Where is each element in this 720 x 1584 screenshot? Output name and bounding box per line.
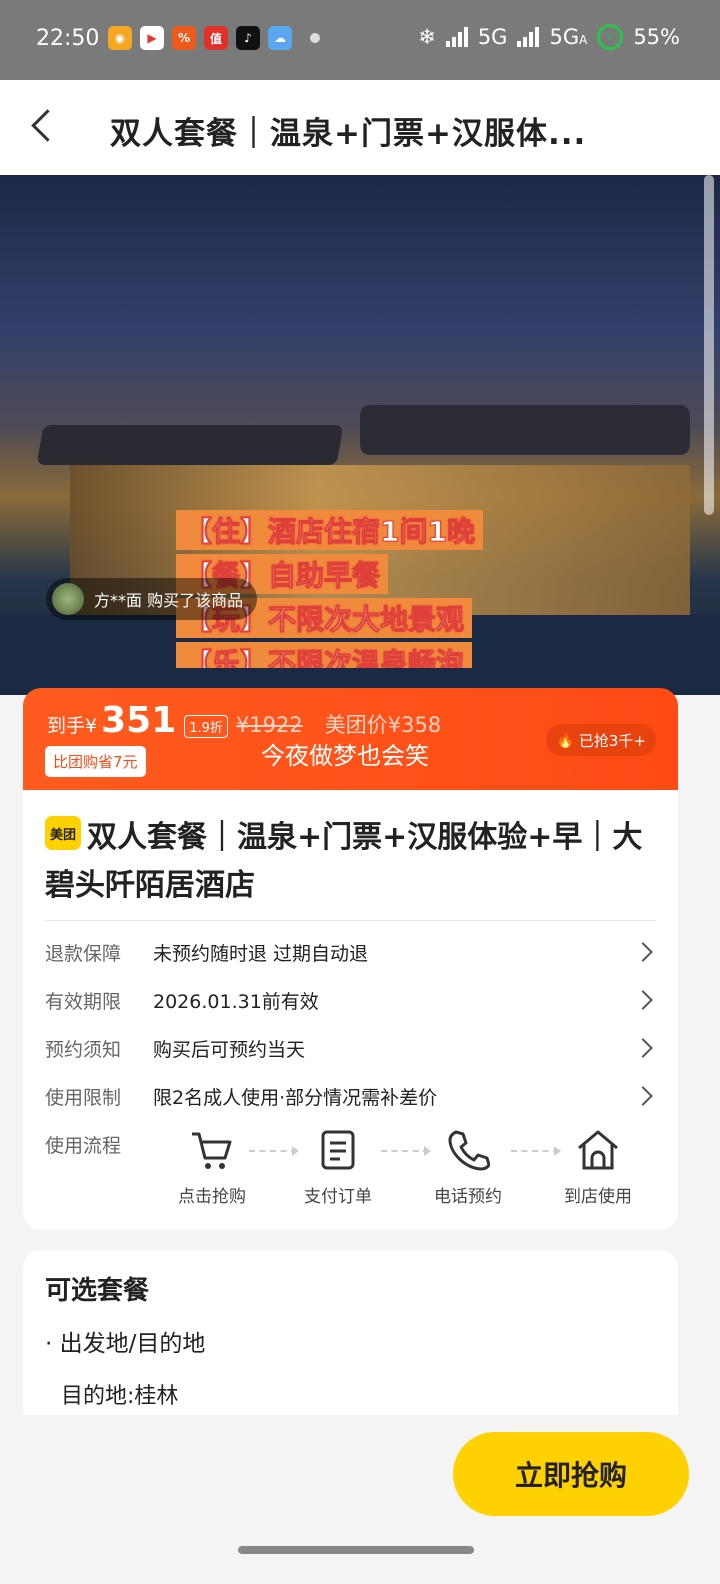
flame-icon: 🔥 [556,731,575,749]
chevron-right-icon [633,990,653,1010]
package-destination: 目的地:桂林 [61,1384,179,1409]
scrollbar[interactable] [704,175,714,515]
video-icon: ▶ [140,26,164,50]
package-option[interactable]: · 出发地/目的地 [45,1324,205,1358]
battery-charging-icon: ⚡ [597,24,624,50]
flow-step-label: 电话预约 [434,1187,502,1207]
price-line: 到手¥ 351 1.9折 ¥1922 美团价¥358 [47,700,441,741]
roof-shape-2 [360,405,690,455]
status-bar: 22:50 ◉ ▶ % 值 ♪ ☁ ❄ 5G 5GA ⚡ 55% [0,0,720,80]
info-label: 使用限制 [45,1086,122,1109]
flow-step-call: 电话预约 [413,1128,523,1207]
document-icon [321,1130,355,1170]
status-indicators: ❄ 5G 5GA ⚡ 55% [418,24,680,50]
weather-icon: ☁ [268,26,292,50]
zhide-icon: 值 [204,26,228,50]
chevron-right-icon [633,942,653,962]
flow-step-label: 点击抢购 [178,1187,246,1207]
notification-icons: ◉ ▶ % 值 ♪ ☁ [108,26,320,50]
product-info-card: 美团 双人套餐｜温泉+门票+汉服体验+早｜大碧头阡陌居酒店 退款保障 未预约随时… [23,790,678,1230]
info-label: 使用流程 [45,1134,122,1157]
divider [45,920,656,921]
info-label: 退款保障 [45,942,122,965]
buy-now-button[interactable]: 立即抢购 [453,1432,689,1516]
recent-buyer-pill: 方**面 购买了该商品 [46,578,258,620]
original-price: ¥1922 [235,713,303,737]
price-banner: 到手¥ 351 1.9折 ¥1922 美团价¥358 比团购省7元 今夜做梦也会… [23,688,678,793]
status-time: 22:50 [36,26,100,51]
info-value: 未预约随时退 过期自动退 [153,942,369,965]
more-dot-icon [310,33,320,43]
network-label-2: 5GA [549,25,588,49]
package-title: 可选套餐 [45,1276,150,1306]
hero-tag: 【乐】不限次温泉畅泡 [176,642,473,668]
avatar [52,583,84,615]
cart-icon [192,1132,232,1169]
info-row-limit[interactable]: 使用限制 限2名成人使用·部分情况需补差价 [45,1076,656,1116]
battery-level: 55% [633,25,680,49]
roof-shape [36,425,344,465]
info-row-validity[interactable]: 有效期限 2026.01.31前有效 [45,980,656,1020]
chevron-right-icon [633,1038,653,1058]
info-value: 2026.01.31前有效 [153,990,319,1013]
usage-flow: 点击抢购 支付订单 电话预约 到店使用 [163,1128,643,1218]
signal-icon-2 [517,27,540,47]
info-value: 购买后可预约当天 [153,1038,306,1061]
product-title: 双人套餐｜温泉+门票+汉服体验+早｜大碧头阡陌居酒店 [45,820,643,903]
package-card: 可选套餐 · 出发地/目的地 目的地:桂林 [23,1250,678,1415]
meituan-price: 美团价¥358 [324,713,442,737]
slogan: 今夜做梦也会笑 [261,742,429,770]
info-row-refund[interactable]: 退款保障 未预约随时退 过期自动退 [45,932,656,972]
flow-step-pay: 支付订单 [283,1128,393,1207]
back-button[interactable] [22,104,66,148]
signal-icon [445,27,468,47]
buyer-text: 方**面 购买了该商品 [94,591,244,610]
flow-step-label: 支付订单 [304,1187,372,1207]
price-prefix: 到手¥ [47,715,98,737]
home-indicator[interactable] [238,1546,474,1554]
page-title: 双人套餐｜温泉+门票+汉服体... [110,116,587,152]
network-label-1: 5G [477,25,508,49]
flow-step-label: 到店使用 [564,1187,632,1207]
info-label: 预约须知 [45,1038,122,1061]
discount-badge: 1.9折 [184,715,228,738]
flow-step-buy: 点击抢购 [157,1128,267,1207]
flow-step-visit: 到店使用 [543,1128,653,1207]
nav-bar: 双人套餐｜温泉+门票+汉服体... [0,80,720,175]
chevron-right-icon [633,1086,653,1106]
home-icon [578,1130,618,1170]
tiktok-icon: ♪ [236,26,260,50]
phone-icon [448,1130,490,1171]
shopping-icon: % [172,26,196,50]
sold-count-badge: 🔥 已抢3千+ [546,724,656,756]
info-value: 限2名成人使用·部分情况需补差价 [153,1086,438,1109]
final-price: 351 [101,700,177,741]
snowflake-icon: ❄ [418,25,436,49]
save-badge: 比团购省7元 [45,746,146,777]
info-label: 有效期限 [45,990,122,1013]
weibo-icon: ◉ [108,26,132,50]
info-row-booking[interactable]: 预约须知 购买后可预约当天 [45,1028,656,1068]
sold-count: 已抢3千+ [578,731,646,750]
hero-tag: 【住】酒店住宿1间1晚 [176,510,483,550]
